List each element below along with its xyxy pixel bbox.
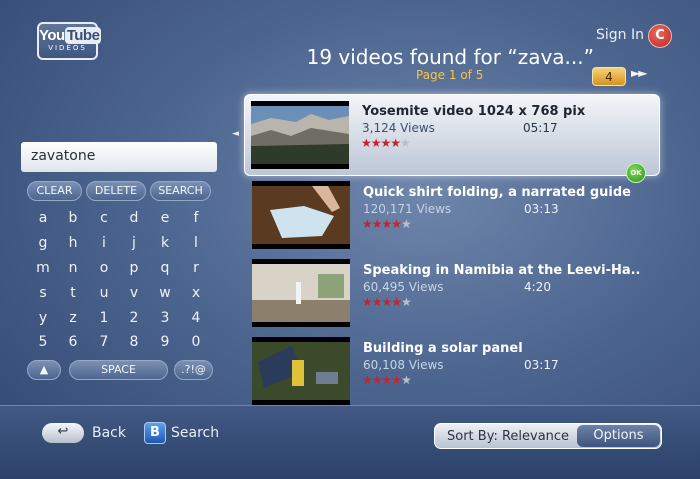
result-duration: 03:17 <box>524 358 559 372</box>
results-title: 19 videos found for “zava...” <box>306 45 594 69</box>
result-title: Quick shirt folding, a narrated guide <box>363 185 631 200</box>
logo-text-you: You <box>39 27 65 44</box>
b-button-icon[interactable]: B <box>144 422 166 444</box>
keyboard-key[interactable]: e <box>152 208 178 228</box>
keyboard-key[interactable]: f <box>183 208 209 228</box>
keyboard-key[interactable]: o <box>91 258 117 278</box>
sign-in-button[interactable]: C <box>648 24 672 48</box>
keyboard-key[interactable]: 3 <box>152 308 178 328</box>
video-thumbnail <box>251 101 349 169</box>
result-title: Building a solar panel <box>363 341 523 356</box>
result-item[interactable]: Quick shirt folding, a narrated guide 12… <box>246 176 660 254</box>
sort-label[interactable]: Sort By: Relevance <box>447 429 569 444</box>
search-label[interactable]: Search <box>171 425 219 441</box>
keyboard-key[interactable]: g <box>30 233 56 253</box>
delete-button[interactable]: DELETE <box>86 181 146 201</box>
result-title: Speaking in Namibia at the Leevi-Ha.. <box>363 263 641 278</box>
youtube-logo: You Tube VIDEOS <box>37 22 102 60</box>
keyboard-key[interactable]: a <box>30 208 56 228</box>
keyboard-key[interactable]: 8 <box>121 332 147 352</box>
rating-stars: ★★★★★ <box>361 136 411 150</box>
keyboard-key[interactable]: u <box>91 283 117 303</box>
result-item[interactable]: Yosemite video 1024 x 768 pix 3,124 View… <box>244 94 660 176</box>
keyboard-key[interactable]: j <box>121 233 147 253</box>
keyboard-key[interactable]: 9 <box>152 332 178 352</box>
keyboard-key[interactable]: 6 <box>60 332 86 352</box>
back-label[interactable]: Back <box>92 425 126 441</box>
keyboard-key[interactable]: n <box>60 258 86 278</box>
sign-in-label[interactable]: Sign In <box>596 27 644 43</box>
keyboard-key[interactable]: k <box>152 233 178 253</box>
options-button[interactable]: Options <box>577 425 660 447</box>
keyboard-key[interactable]: 5 <box>30 332 56 352</box>
next-page-icon[interactable]: ►► <box>631 66 648 80</box>
result-views: 60,108 Views <box>363 358 444 372</box>
keyboard-key[interactable]: c <box>91 208 117 228</box>
result-views: 120,171 Views <box>363 202 452 216</box>
keyboard-key[interactable]: 2 <box>121 308 147 328</box>
rating-stars: ★★★★★ <box>362 373 412 387</box>
keyboard-key[interactable]: y <box>30 308 56 328</box>
page-info: Page 1 of 5 <box>416 68 484 82</box>
video-thumbnail <box>252 259 350 327</box>
keyboard-key[interactable]: b <box>60 208 86 228</box>
keyboard-key[interactable]: q <box>152 258 178 278</box>
keyboard-key[interactable]: 0 <box>183 332 209 352</box>
result-duration: 03:13 <box>524 202 559 216</box>
result-duration: 4:20 <box>524 280 551 294</box>
search-input[interactable]: zavatone <box>21 142 217 172</box>
rating-stars: ★★★★★ <box>362 295 412 309</box>
keyboard-key[interactable]: s <box>30 283 56 303</box>
result-views: 3,124 Views <box>362 121 435 135</box>
keyboard-key[interactable]: d <box>121 208 147 228</box>
keyboard-key[interactable]: x <box>183 283 209 303</box>
keyboard-key[interactable]: v <box>121 283 147 303</box>
shift-key-icon[interactable]: ▲ <box>27 360 61 380</box>
keyboard-key[interactable]: m <box>30 258 56 278</box>
space-key[interactable]: SPACE <box>69 360 168 380</box>
logo-subtitle: VIDEOS <box>48 44 87 52</box>
back-icon[interactable]: ↩ <box>42 423 84 443</box>
keyboard-key[interactable]: w <box>152 283 178 303</box>
clear-button[interactable]: CLEAR <box>27 181 82 201</box>
symbols-key[interactable]: .?!@ <box>174 360 213 380</box>
video-thumbnail <box>252 181 350 249</box>
keyboard-key[interactable]: l <box>183 233 209 253</box>
video-thumbnail <box>252 337 350 405</box>
result-title: Yosemite video 1024 x 768 pix <box>362 104 586 119</box>
result-item[interactable]: Building a solar panel 60,108 Views 03:1… <box>246 332 660 410</box>
result-duration: 05:17 <box>523 121 558 135</box>
keyboard-key[interactable]: p <box>121 258 147 278</box>
keyboard-key[interactable]: t <box>60 283 86 303</box>
search-button[interactable]: SEARCH <box>150 181 211 201</box>
keyboard-key[interactable]: h <box>60 233 86 253</box>
keyboard-key[interactable]: z <box>60 308 86 328</box>
left-arrow-icon[interactable]: ◄ <box>232 129 239 139</box>
keyboard-key[interactable]: 1 <box>91 308 117 328</box>
keyboard-key[interactable]: r <box>183 258 209 278</box>
result-item[interactable]: Speaking in Namibia at the Leevi-Ha.. 60… <box>246 254 660 332</box>
logo-text-tube: Tube <box>64 27 102 44</box>
keyboard-key[interactable]: 7 <box>91 332 117 352</box>
rating-stars: ★★★★★ <box>362 217 412 231</box>
result-views: 60,495 Views <box>363 280 444 294</box>
keyboard-key[interactable]: i <box>91 233 117 253</box>
page-count-badge: 4 <box>592 67 626 86</box>
keyboard-key[interactable]: 4 <box>183 308 209 328</box>
